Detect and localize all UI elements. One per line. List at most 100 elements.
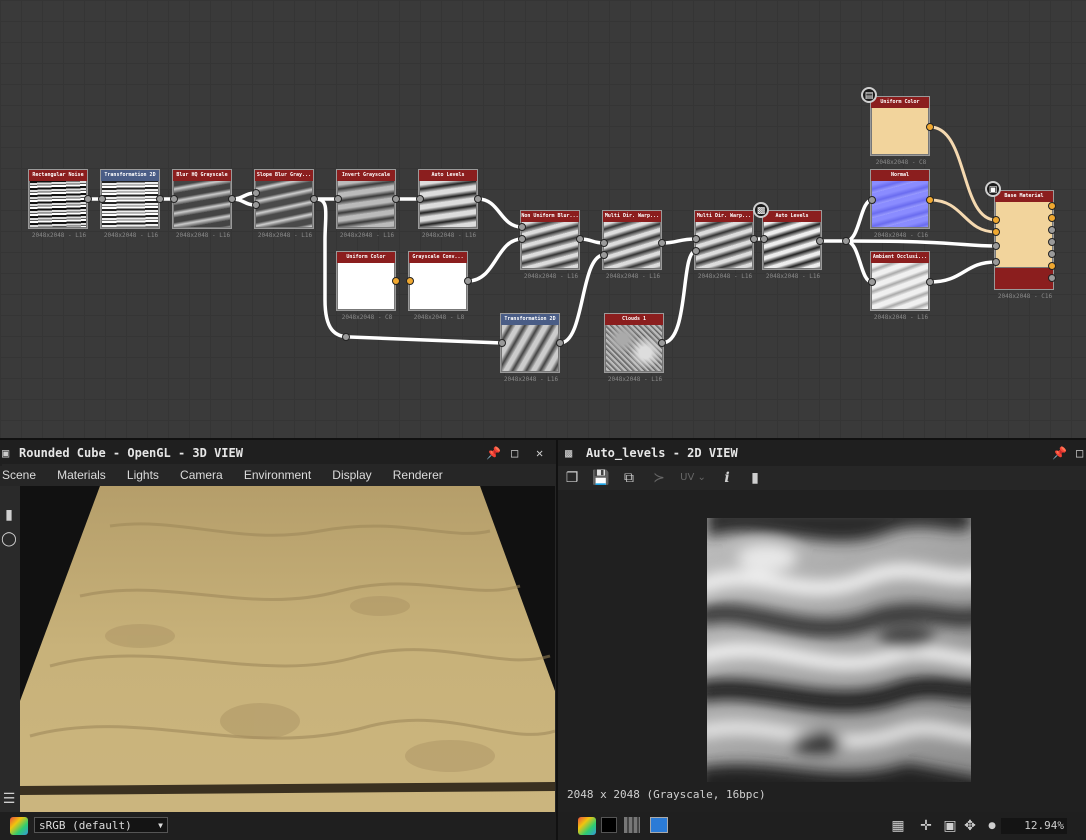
layers-icon[interactable] [10, 817, 28, 835]
maximize-icon[interactable]: □ [511, 440, 518, 466]
output-port[interactable] [1048, 262, 1056, 270]
channels-icon[interactable] [624, 817, 640, 833]
output-port[interactable] [464, 277, 472, 285]
input-port[interactable] [416, 195, 424, 203]
node-transformation-2d-b[interactable]: Transformation 2D 2048x2048 - L16 [500, 313, 560, 383]
camera-icon[interactable]: ▮ [0, 506, 18, 524]
2d-viewport[interactable]: 2048 x 2048 (Grayscale, 16bpc) [558, 490, 1086, 812]
layers-icon[interactable] [578, 817, 596, 835]
zoom-icon[interactable]: ● [983, 817, 1001, 835]
display-icon[interactable] [650, 817, 668, 833]
histogram-icon[interactable]: ▮ [746, 469, 764, 487]
input-port[interactable] [170, 195, 178, 203]
node-normal[interactable]: Normal 2048x2048 - C16 [870, 169, 930, 239]
cube-icon[interactable]: ▣ [985, 181, 1001, 197]
input-port[interactable] [600, 239, 608, 247]
input-port[interactable] [692, 247, 700, 255]
input-port[interactable] [334, 195, 342, 203]
node-rectangular-noise[interactable]: Rectangular Noise 2048x2048 - L16 [28, 169, 88, 239]
hierarchy-icon[interactable]: ☰ [0, 790, 18, 808]
input-port[interactable] [498, 339, 506, 347]
output-port[interactable] [576, 235, 584, 243]
node-base-material[interactable]: Base Material 2048x2048 - C16 [994, 190, 1054, 300]
output-port[interactable] [926, 196, 934, 204]
input-port[interactable] [600, 251, 608, 259]
center-icon[interactable]: ✥ [961, 817, 979, 835]
output-port[interactable] [750, 235, 758, 243]
uv-menu[interactable]: UV ⌄ [680, 469, 706, 487]
document-icon[interactable]: ▤ [861, 87, 877, 103]
tiling-icon[interactable]: ✛ [917, 817, 935, 835]
pin-icon[interactable]: 📌 [486, 440, 501, 466]
node-transformation-2d[interactable]: Transformation 2D 2048x2048 - L16 [100, 169, 160, 239]
menu-camera[interactable]: Camera [180, 464, 223, 486]
output-port[interactable] [156, 195, 164, 203]
output-port[interactable] [392, 195, 400, 203]
node-ambient-occlusion[interactable]: Ambient Occlusi... 2048x2048 - L16 [870, 251, 930, 321]
output-port[interactable] [926, 278, 934, 286]
fit-icon[interactable]: ▣ [941, 817, 959, 835]
input-port[interactable] [868, 196, 876, 204]
output-port[interactable] [84, 195, 92, 203]
input-port[interactable] [518, 223, 526, 231]
colorspace-select[interactable]: sRGB (default) ▼ [34, 817, 168, 833]
zoom-field[interactable]: 12.94% [1001, 818, 1067, 834]
input-port[interactable] [252, 189, 260, 197]
output-port[interactable] [658, 339, 666, 347]
node-multi-dir-warp-1[interactable]: Multi Dir. Warp... 2048x2048 - L16 [602, 210, 662, 280]
share-icon[interactable]: ≻ [650, 469, 668, 487]
light-bulb-icon[interactable]: ◯ [0, 530, 18, 548]
menu-display[interactable]: Display [332, 464, 371, 486]
grid-icon[interactable]: ▦ [889, 817, 907, 835]
menu-renderer[interactable]: Renderer [393, 464, 443, 486]
output-port[interactable] [816, 237, 824, 245]
node-auto-levels-2[interactable]: Auto Levels 2048x2048 - L16 [762, 210, 822, 280]
save-icon[interactable]: 💾 [592, 469, 610, 487]
output-port[interactable] [1048, 226, 1056, 234]
reroute-dot[interactable] [342, 333, 350, 341]
output-port[interactable] [228, 195, 236, 203]
output-port[interactable] [658, 239, 666, 247]
input-port[interactable] [252, 201, 260, 209]
input-port[interactable] [992, 258, 1000, 266]
node-uniform-color-sand[interactable]: Uniform Color 2048x2048 - C8 [870, 96, 930, 166]
output-port[interactable] [1048, 238, 1056, 246]
input-port[interactable] [518, 235, 526, 243]
node-non-uniform-blur[interactable]: Non Uniform Blur... 2048x2048 - L16 [520, 210, 580, 280]
output-port[interactable] [926, 123, 934, 131]
menu-scene[interactable]: Scene [2, 464, 36, 486]
menu-materials[interactable]: Materials [57, 464, 106, 486]
input-port[interactable] [760, 235, 768, 243]
node-clouds-1[interactable]: Clouds 1 2048x2048 - L16 [604, 313, 664, 383]
output-port[interactable] [310, 195, 318, 203]
pin-icon[interactable]: 📌 [1052, 440, 1067, 466]
node-uniform-color-white[interactable]: Uniform Color 2048x2048 - C8 [336, 251, 396, 321]
black-swatch-icon[interactable] [601, 817, 617, 833]
checker-icon[interactable]: ▩ [753, 202, 769, 218]
node-graph-canvas[interactable]: Rectangular Noise 2048x2048 - L16 Transf… [0, 0, 1086, 438]
input-port[interactable] [692, 235, 700, 243]
input-port[interactable] [992, 242, 1000, 250]
close-icon[interactable]: ✕ [536, 440, 543, 466]
output-port[interactable] [1048, 202, 1056, 210]
node-blur-hq-grayscale[interactable]: Blur HQ Grayscale 2048x2048 - L16 [172, 169, 232, 239]
output-port[interactable] [1048, 214, 1056, 222]
output-port[interactable] [1048, 274, 1056, 282]
node-multi-dir-warp-2[interactable]: Multi Dir. Warp... 2048x2048 - L16 [694, 210, 754, 280]
input-port[interactable] [406, 277, 414, 285]
node-grayscale-conversion[interactable]: Grayscale Conv... 2048x2048 - L8 [408, 251, 468, 321]
output-port[interactable] [556, 339, 564, 347]
output-port[interactable] [1048, 250, 1056, 258]
copy-icon[interactable]: ⧉ [620, 469, 638, 487]
output-port[interactable] [474, 195, 482, 203]
node-auto-levels-1[interactable]: Auto Levels 2048x2048 - L16 [418, 169, 478, 239]
input-port[interactable] [992, 216, 1000, 224]
menu-environment[interactable]: Environment [244, 464, 311, 486]
input-port[interactable] [868, 278, 876, 286]
input-port[interactable] [992, 228, 1000, 236]
menu-lights[interactable]: Lights [127, 464, 159, 486]
maximize-icon[interactable]: □ [1076, 440, 1083, 466]
input-port[interactable] [98, 195, 106, 203]
3d-viewport[interactable] [20, 486, 555, 812]
node-slope-blur-grayscale[interactable]: Slope Blur Gray... 2048x2048 - L16 [254, 169, 314, 239]
